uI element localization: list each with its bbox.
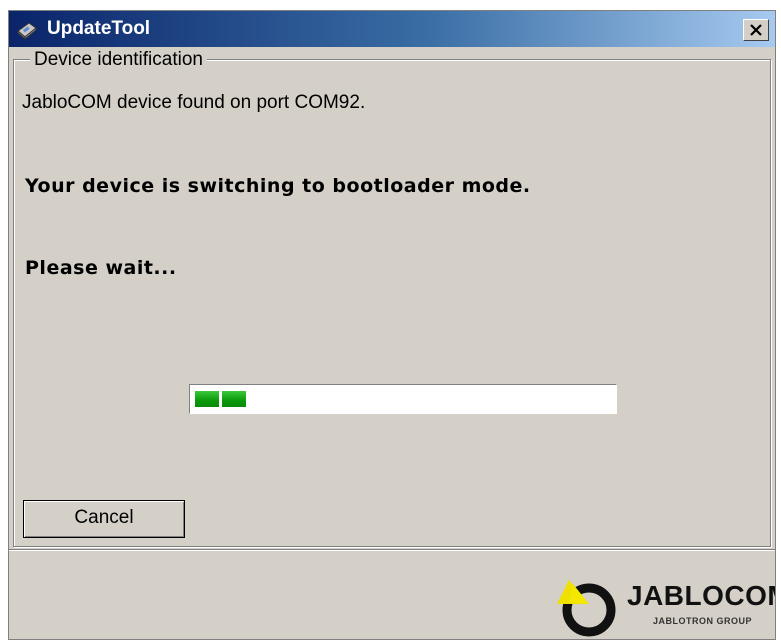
- close-icon: [750, 24, 762, 36]
- please-wait-text: Please wait...: [25, 257, 177, 279]
- title-bar[interactable]: UpdateTool: [9, 11, 775, 47]
- group-label: Device identification: [30, 50, 207, 70]
- progress-bar: [189, 384, 617, 414]
- jablocom-logo: JABLOCOM JABLOTRON GROUP: [555, 574, 776, 639]
- updatetool-window: UpdateTool Device identification JabloCO…: [8, 10, 776, 640]
- logo-subtitle: JABLOTRON GROUP: [653, 616, 753, 626]
- separator: [9, 549, 775, 551]
- jablocom-logo-icon: [557, 580, 616, 637]
- progress-segment: [195, 391, 219, 407]
- logo-wordmark: JABLOCOM: [627, 580, 776, 611]
- device-identification-group: Device identification: [13, 50, 771, 547]
- progress-segment: [222, 391, 246, 407]
- updatetool-app-icon: [15, 17, 39, 41]
- cancel-button[interactable]: Cancel: [23, 500, 185, 538]
- window-title: UpdateTool: [47, 18, 151, 39]
- close-button[interactable]: [743, 19, 769, 41]
- bootloader-status-text: Your device is switching to bootloader m…: [25, 175, 531, 197]
- device-found-text: JabloCOM device found on port COM92.: [22, 92, 366, 113]
